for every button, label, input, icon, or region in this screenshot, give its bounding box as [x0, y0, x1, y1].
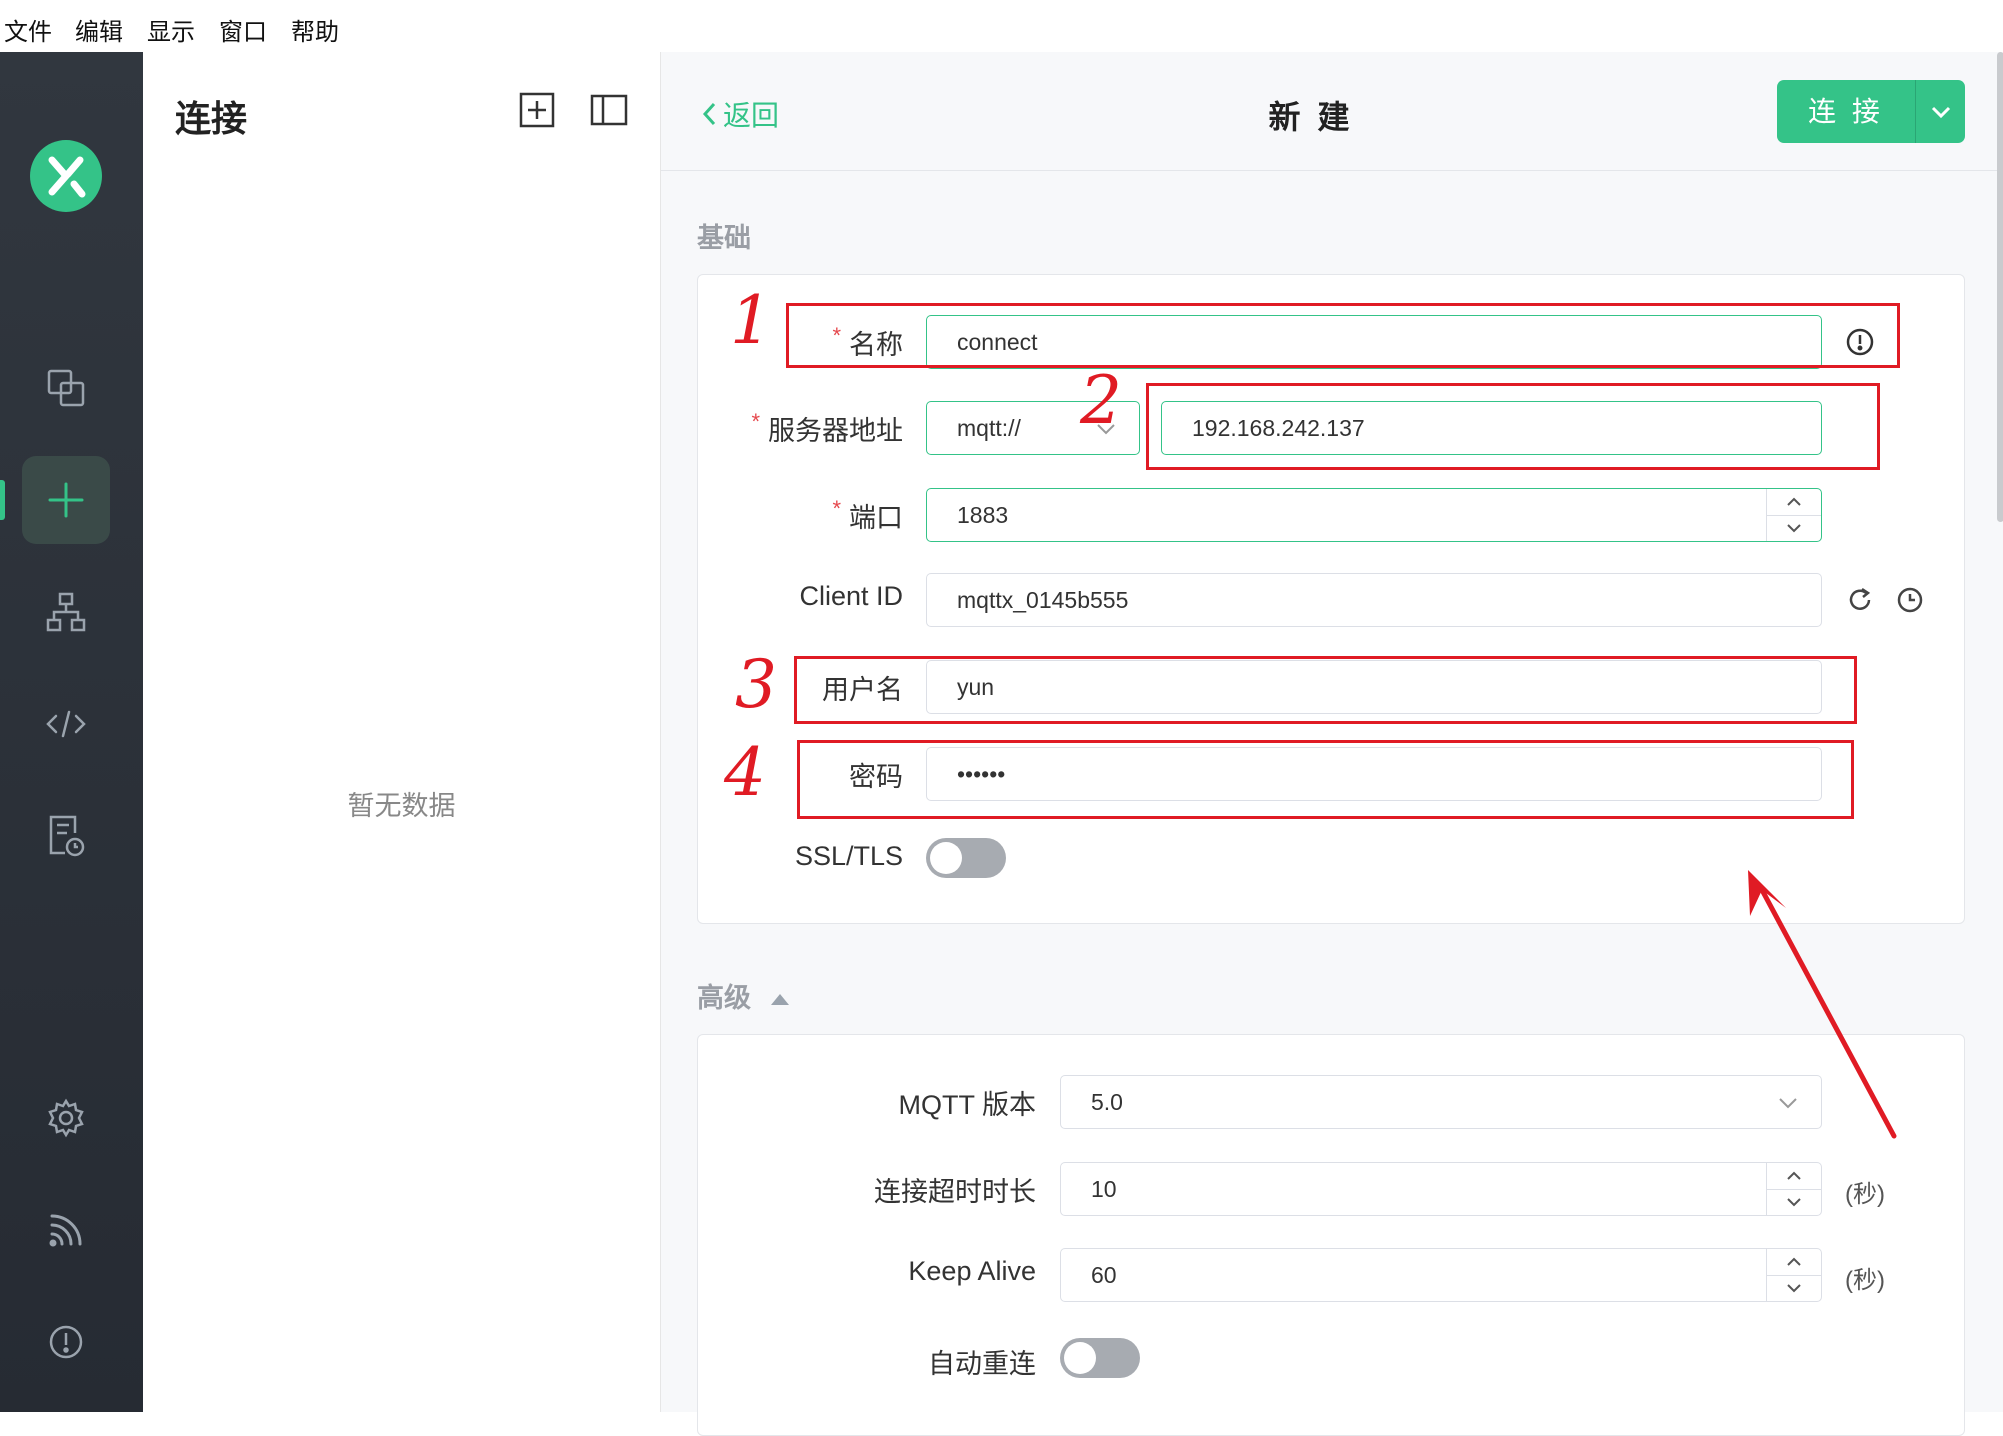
annotation-arrow — [1748, 870, 1897, 1139]
